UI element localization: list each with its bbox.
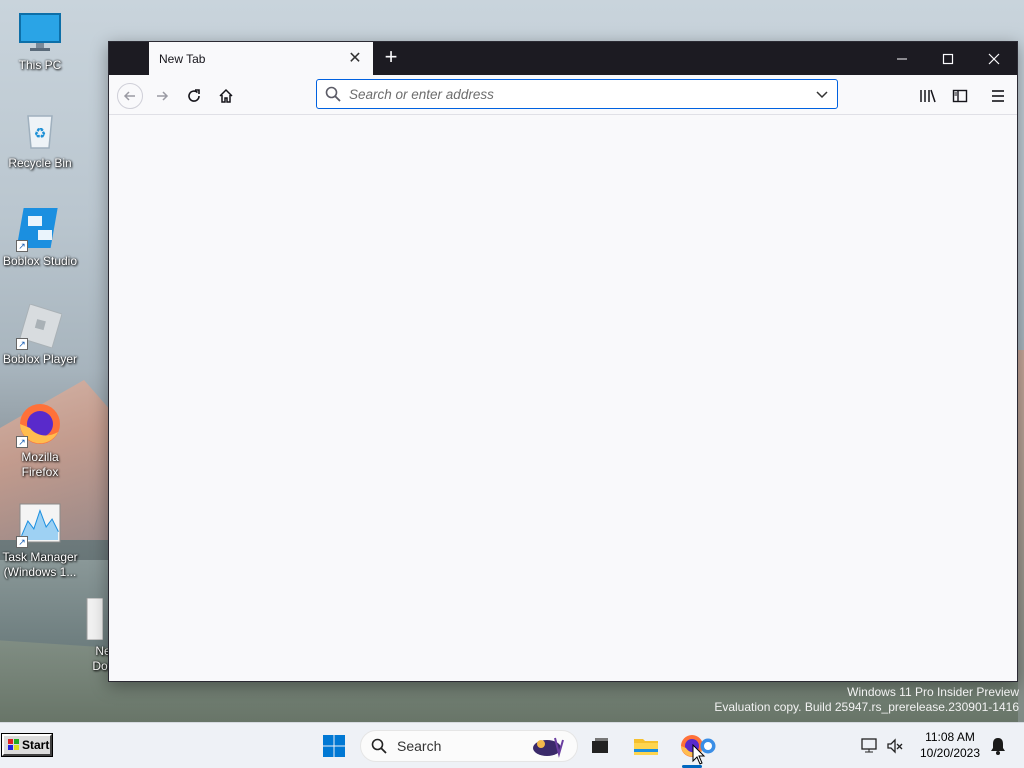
network-status-button[interactable] [856, 732, 884, 760]
search-icon [371, 738, 387, 754]
start-button[interactable]: Start [1, 733, 53, 757]
desktop-icon-firefox[interactable]: ↗ Mozilla Firefox [0, 402, 80, 480]
desktop-icon-label: Boblox Studio [2, 254, 78, 268]
desktop-icon-task-manager[interactable]: ↗ Task Manager (Windows 1... [0, 502, 80, 580]
wallpaper-edge [1018, 350, 1024, 722]
back-button[interactable] [117, 83, 143, 109]
document-icon [83, 597, 104, 641]
shortcut-arrow-icon: ↗ [16, 338, 28, 350]
reload-icon [188, 89, 200, 102]
address-input[interactable] [349, 86, 815, 102]
windows-watermark: Windows 11 Pro Insider Preview Evaluatio… [714, 685, 1019, 715]
folder-icon [634, 739, 658, 755]
speaker-muted-icon [887, 738, 903, 754]
tab-strip: New Tab ✕ + [109, 42, 1017, 75]
sidebar-toggle-button[interactable] [947, 83, 973, 109]
clock-date: 10/20/2023 [919, 746, 981, 760]
arrow-left-icon [123, 91, 135, 101]
address-bar[interactable] [316, 79, 838, 109]
home-button[interactable] [213, 83, 239, 109]
recycle-bin-icon: ♻ [18, 108, 62, 152]
task-manager-icon: ↗ [16, 502, 62, 548]
minimize-icon [897, 58, 907, 59]
task-view-button[interactable] [586, 732, 614, 760]
taskbar-clock[interactable]: 11:08 AM 10/20/2023 [912, 729, 988, 761]
clock-time: 11:08 AM [925, 730, 975, 744]
desktop-icon-label: Mozilla Firefox [21, 450, 59, 479]
library-button[interactable] [915, 83, 941, 109]
monitor-icon [18, 10, 62, 54]
desktop-icon-label: This PC [18, 58, 62, 72]
watermark-line-1: Windows 11 Pro Insider Preview [847, 685, 1019, 699]
watermark-line-2: Evaluation copy. Build 25947.rs_prerelea… [714, 700, 1019, 714]
reload-button[interactable] [181, 83, 207, 109]
chevron-down-icon[interactable] [815, 87, 829, 101]
forward-button[interactable] [149, 83, 175, 109]
new-tab-button[interactable]: + [379, 46, 403, 70]
hamburger-menu-icon [992, 90, 1004, 102]
close-icon [988, 53, 1000, 64]
studio-icon: ↗ [16, 206, 62, 252]
taskbar: Start Search 11:08 AM 10/20/2023 [0, 722, 1024, 768]
volume-button[interactable] [881, 732, 909, 760]
file-explorer-button[interactable] [632, 732, 660, 760]
notifications-button[interactable] [984, 732, 1012, 760]
shortcut-arrow-icon: ↗ [16, 240, 28, 252]
library-icon [920, 89, 936, 103]
app-menu-button[interactable] [985, 83, 1011, 109]
sidebar-icon [952, 89, 968, 103]
start-logo-icon [8, 739, 19, 750]
search-highlight-icon [533, 737, 564, 758]
svg-text:♻: ♻ [34, 125, 47, 141]
firefox-icon: ↗ [16, 402, 62, 448]
shortcut-arrow-icon: ↗ [16, 436, 28, 448]
arrow-right-icon [157, 91, 169, 101]
windows-logo-icon [323, 735, 345, 757]
desktop-icon-label: Boblox Player [2, 352, 78, 366]
navigation-toolbar [109, 75, 1017, 115]
tab-new-tab[interactable]: New Tab ✕ [149, 42, 373, 75]
desktop-icon-boblox-studio[interactable]: ↗ Boblox Studio [0, 206, 80, 269]
task-view-icon [592, 738, 608, 753]
desktop-icon-label: Task Manager (Windows 1... [2, 550, 78, 579]
maximize-button[interactable] [925, 42, 971, 75]
desktop-icon-label: Recycle Bin [8, 156, 72, 170]
desktop-icon-boblox-player[interactable]: ↗ Boblox Player [0, 303, 80, 367]
page-content-area[interactable] [109, 115, 1017, 681]
start-label: Start [22, 738, 50, 752]
mouse-cursor-icon [692, 744, 706, 765]
close-window-button[interactable] [971, 42, 1017, 75]
windows-start-button[interactable] [320, 732, 348, 760]
taskbar-search-box[interactable]: Search [360, 730, 578, 762]
tab-title: New Tab [159, 51, 206, 66]
close-tab-icon[interactable]: ✕ [347, 50, 363, 67]
firefox-window[interactable]: New Tab ✕ + [108, 41, 1018, 682]
minimize-button[interactable] [879, 42, 925, 75]
maximize-icon [942, 53, 954, 64]
search-icon [325, 86, 341, 102]
player-icon: ↗ [16, 303, 63, 350]
bell-icon [991, 738, 1005, 755]
taskbar-search-label: Search [397, 738, 442, 754]
desktop-icon-recycle-bin[interactable]: ♻ Recycle Bin [0, 108, 80, 171]
desktop-icon-this-pc[interactable]: This PC [0, 10, 80, 73]
shortcut-arrow-icon: ↗ [16, 536, 28, 548]
monitor-network-icon [861, 738, 877, 753]
home-icon [219, 88, 233, 103]
